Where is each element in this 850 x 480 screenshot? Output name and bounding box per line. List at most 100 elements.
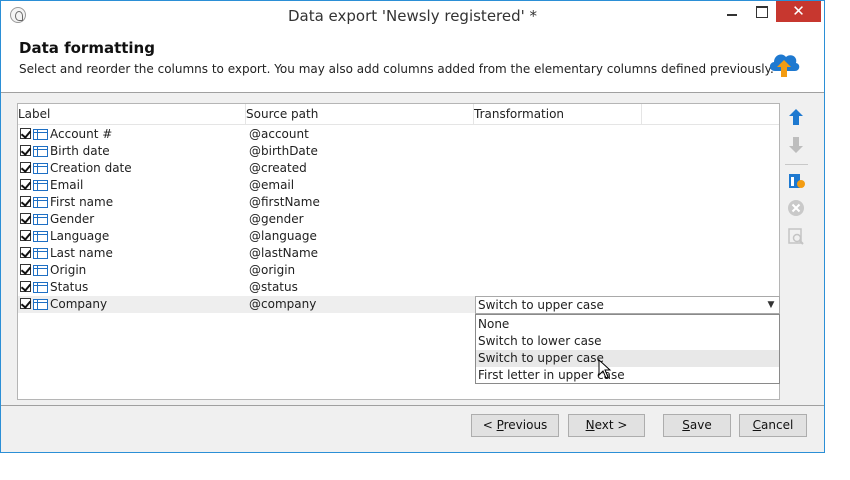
column-icon	[33, 163, 48, 174]
column-icon	[33, 129, 48, 140]
save-button-label: ave	[689, 418, 712, 432]
page-subtitle: Select and reorder the columns to export…	[19, 62, 774, 76]
row-label: Account #	[50, 127, 113, 141]
row-source-path: @birthDate	[249, 144, 318, 158]
row-checkbox[interactable]	[20, 128, 31, 139]
row-source-path: @created	[249, 161, 307, 175]
row-source-path: @origin	[249, 263, 296, 277]
save-button[interactable]: Save	[663, 414, 731, 437]
row-checkbox[interactable]	[20, 298, 31, 309]
column-header-source-path[interactable]: Source path	[246, 107, 318, 121]
header-separator	[1, 92, 824, 93]
row-label: Origin	[50, 263, 87, 277]
row-label: First name	[50, 195, 114, 209]
column-icon	[33, 299, 48, 310]
dropdown-option-none[interactable]: None	[476, 316, 779, 333]
table-row[interactable]: Birth date @birthDate	[18, 143, 779, 160]
column-icon	[33, 282, 48, 293]
dropdown-option-first-letter-upper[interactable]: First letter in upper case	[476, 367, 779, 384]
columns-grid[interactable]: Label Source path Transformation Account…	[17, 103, 780, 400]
row-source-path: @language	[249, 229, 317, 243]
column-toolbar	[785, 103, 809, 253]
row-checkbox[interactable]	[20, 281, 31, 292]
maximize-button[interactable]	[747, 1, 775, 22]
row-source-path: @company	[249, 297, 317, 311]
row-checkbox[interactable]	[20, 247, 31, 258]
cloud-upload-icon	[769, 54, 800, 77]
column-header-transformation[interactable]: Transformation	[474, 107, 564, 121]
row-label: Creation date	[50, 161, 132, 175]
close-button[interactable]: ✕	[776, 1, 821, 22]
row-checkbox[interactable]	[20, 196, 31, 207]
row-label: Last name	[50, 246, 113, 260]
table-row[interactable]: Creation date @created	[18, 160, 779, 177]
column-header-label[interactable]: Label	[18, 107, 50, 121]
arrow-down-icon[interactable]	[785, 134, 807, 156]
page-title: Data formatting	[19, 39, 155, 57]
wizard-header: Data formatting Select and reorder the c…	[1, 30, 824, 92]
delete-icon[interactable]	[785, 197, 807, 219]
row-checkbox[interactable]	[20, 145, 31, 156]
table-row[interactable]: Email @email	[18, 177, 779, 194]
window-title: Data export 'Newsly registered' *	[287, 7, 538, 25]
export-wizard-window: Data export 'Newsly registered' * ✕ Data…	[0, 0, 825, 453]
column-icon	[33, 248, 48, 259]
minimize-button[interactable]	[718, 1, 746, 22]
arrow-up-icon[interactable]	[785, 106, 807, 128]
cancel-button[interactable]: Cancel	[739, 414, 807, 437]
next-button[interactable]: Next >	[568, 414, 645, 437]
column-icon	[33, 214, 48, 225]
row-label: Email	[50, 178, 84, 192]
column-icon	[33, 146, 48, 157]
footer-separator	[1, 405, 824, 406]
previous-button-label: revious	[503, 418, 548, 432]
row-checkbox[interactable]	[20, 230, 31, 241]
next-button-mnemonic: N	[585, 418, 595, 432]
row-source-path: @gender	[249, 212, 304, 226]
row-label: Status	[50, 280, 89, 294]
row-label: Company	[50, 297, 108, 311]
row-label: Gender	[50, 212, 95, 226]
row-checkbox[interactable]	[20, 179, 31, 190]
column-icon	[33, 197, 48, 208]
save-button-mnemonic: S	[682, 418, 690, 432]
row-source-path: @status	[249, 280, 298, 294]
column-divider	[641, 104, 642, 125]
row-source-path: @account	[249, 127, 309, 141]
row-source-path: @lastName	[249, 246, 319, 260]
transformation-dropdown: None Switch to lower case Switch to uppe…	[475, 314, 780, 384]
table-row[interactable]: Account # @account	[18, 126, 779, 143]
row-source-path: @firstName	[249, 195, 320, 209]
row-label: Birth date	[50, 144, 110, 158]
row-checkbox[interactable]	[20, 213, 31, 224]
column-icon	[33, 265, 48, 276]
row-label: Language	[50, 229, 110, 243]
dropdown-option-upper-case[interactable]: Switch to upper case	[476, 350, 779, 367]
add-column-icon[interactable]	[785, 169, 807, 191]
dropdown-option-lower-case[interactable]: Switch to lower case	[476, 333, 779, 350]
column-icon	[33, 231, 48, 242]
previous-button-mnemonic: P	[496, 418, 504, 432]
next-button-label: ext >	[594, 418, 628, 432]
detail-icon[interactable]	[785, 225, 807, 247]
grid-header: Label Source path Transformation	[18, 104, 779, 125]
title-bar: Data export 'Newsly registered' * ✕	[1, 1, 824, 30]
chevron-down-icon[interactable]: ▼	[763, 297, 779, 313]
column-icon	[33, 180, 48, 191]
table-row[interactable]: Last name @lastName	[18, 245, 779, 262]
table-row[interactable]: First name @firstName	[18, 194, 779, 211]
transformation-select-value: Switch to upper case	[478, 298, 604, 312]
row-source-path: @email	[249, 178, 295, 192]
previous-button[interactable]: < Previous	[471, 414, 559, 437]
row-checkbox[interactable]	[20, 162, 31, 173]
previous-button-prefix: <	[482, 418, 497, 432]
transformation-select[interactable]: Switch to upper case ▼	[475, 296, 780, 314]
row-checkbox[interactable]	[20, 264, 31, 275]
mouse-cursor-icon	[598, 359, 612, 379]
table-row[interactable]: Origin @origin	[18, 262, 779, 279]
table-row[interactable]: Language @language	[18, 228, 779, 245]
cancel-button-label: ancel	[761, 418, 794, 432]
toolbar-separator	[785, 164, 808, 165]
table-row[interactable]: Gender @gender	[18, 211, 779, 228]
table-row[interactable]: Status @status	[18, 279, 779, 296]
